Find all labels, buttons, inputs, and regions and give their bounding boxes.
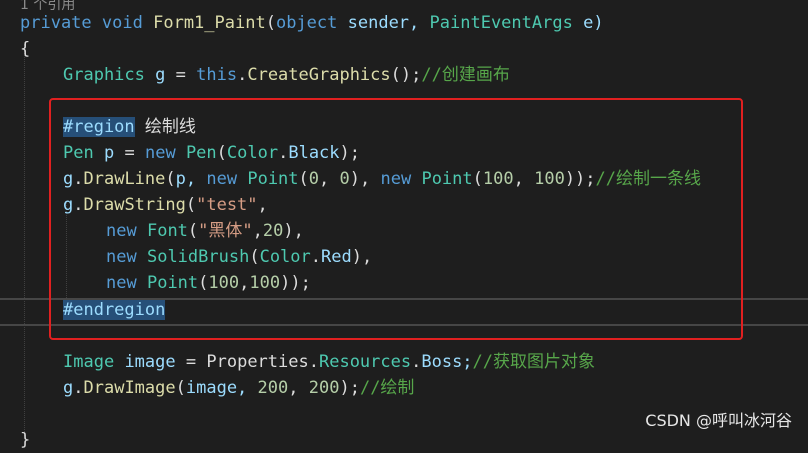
watermark: CSDN @呼叫冰河谷 [645, 411, 792, 430]
comment: //创建画布 [421, 65, 510, 85]
type-name: Graphics [63, 65, 145, 85]
punct: (); [390, 65, 422, 85]
code-editor[interactable]: 1 个引用 private void Form1_Paint(object se… [0, 0, 808, 450]
keyword: this [196, 65, 238, 85]
type-name: PaintEventArgs [429, 13, 573, 33]
param: e) [583, 13, 604, 33]
param: sender, [347, 13, 420, 33]
type-name: Image [63, 352, 115, 372]
red-highlight-box [49, 98, 743, 340]
variable: g [63, 378, 74, 398]
keyword: object [275, 13, 338, 33]
method-name: CreateGraphics [247, 65, 391, 85]
open-brace: { [20, 39, 31, 59]
comment: //获取图片对象 [472, 352, 596, 372]
type-name: Resources [318, 352, 412, 372]
indent-guide [24, 44, 25, 436]
code-line-signature: private void Form1_Paint(object sender, … [20, 10, 604, 36]
comment: //绘制 [359, 378, 415, 398]
number: 200 [308, 378, 340, 398]
variable: g [155, 65, 166, 85]
punct: ( [265, 13, 276, 33]
code-line-graphics: Graphics g = this.CreateGraphics();//创建画… [63, 62, 510, 88]
method-name: DrawImage [83, 378, 176, 398]
method-name: Form1_Paint [153, 13, 266, 33]
punct: . [237, 65, 248, 85]
class-name: Properties [206, 352, 309, 372]
number: 200 [257, 378, 289, 398]
operator: = [185, 352, 197, 372]
keyword: private [20, 13, 92, 33]
operator: = [175, 65, 186, 85]
member: Boss; [421, 352, 473, 372]
code-line-drawimage: g.DrawImage(image, 200, 200);//绘制 [63, 378, 415, 398]
variable: image [124, 352, 176, 372]
code-line-image: Image image = Properties.Resources.Boss;… [63, 352, 596, 372]
keyword: void [101, 13, 143, 33]
close-brace: } [20, 430, 31, 450]
argument: image, [185, 378, 248, 398]
